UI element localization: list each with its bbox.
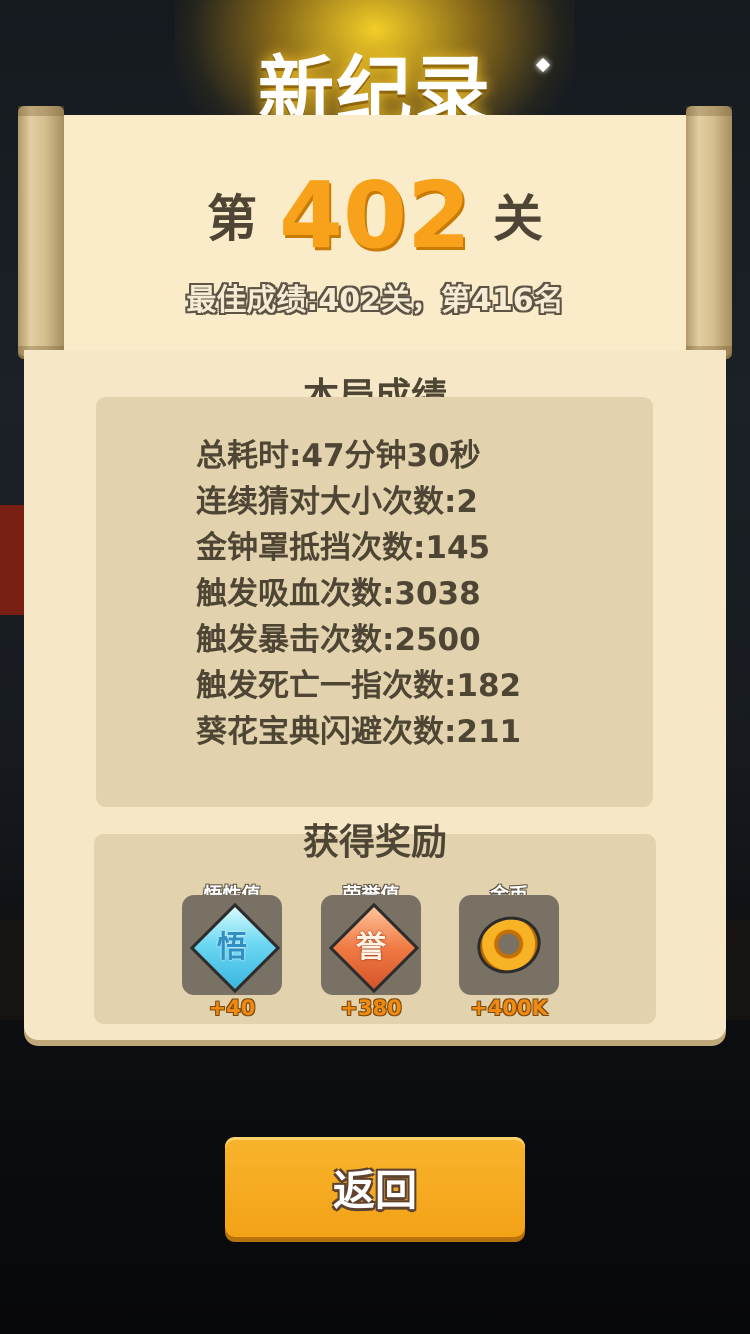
stat-lifesteal-triggers: 触发吸血次数:3038 [196,576,481,612]
rewards-title: 获得奖励 [302,822,447,863]
reward-tile [459,895,559,995]
stat-critical-triggers: 触发暴击次数:2500 [196,622,481,658]
reward-amount: +380 [340,996,402,1020]
level-display: 第 402 关 [34,162,716,269]
stat-golden-bell-blocks: 金钟罩抵挡次数:145 [196,530,491,566]
insight-glyph: 悟 [217,930,247,965]
stat-death-finger-triggers: 触发死亡一指次数:182 [196,668,522,704]
reward-tile: 誉 [321,895,421,995]
gold-coin-icon [469,908,549,982]
level-number: 402 [278,161,472,269]
reward-insight: 悟性值 悟 +40 [182,880,282,1030]
level-suffix: 关 [493,190,544,248]
reward-amount: +400K [470,996,548,1020]
reward-honor: 荣誉值 誉 +380 [321,880,421,1030]
best-record: 最佳成绩:402关，第416名 [186,283,564,318]
honor-glyph: 誉 [356,930,386,965]
stat-consecutive-guesses: 连续猜对大小次数:2 [196,484,478,520]
level-prefix: 第 [206,190,257,248]
reward-gold: 金币 +400K [459,880,559,1030]
back-button[interactable]: 返回 [225,1137,525,1237]
reward-tile: 悟 [182,895,282,995]
stat-sunflower-dodges: 葵花宝典闪避次数:211 [196,714,522,750]
reward-amount: +40 [208,996,256,1020]
stat-total-time: 总耗时:47分钟30秒 [196,438,481,474]
